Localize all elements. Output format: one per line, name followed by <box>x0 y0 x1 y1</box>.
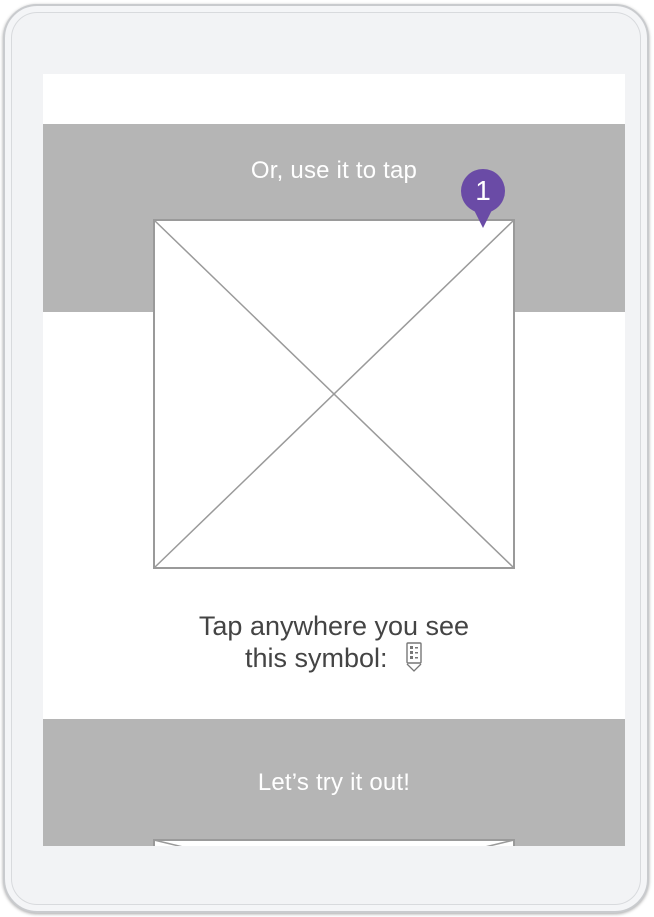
image-placeholder[interactable] <box>153 219 515 569</box>
bottom-image-placeholder[interactable] <box>153 839 515 846</box>
bottom-band: Let’s try it out! <box>43 719 625 846</box>
annotation-number: 1 <box>475 175 491 206</box>
annotation-marker: 1 <box>458 168 512 238</box>
instruction-line-2: this symbol: <box>43 642 625 675</box>
instruction-line-2-label: this symbol: <box>244 643 388 673</box>
image-placeholder-icon <box>153 839 515 846</box>
top-band-heading: Or, use it to tap <box>250 157 418 184</box>
instruction-line-1: Tap anywhere you see <box>198 611 470 641</box>
app-screen: Or, use it to tap Tap anywhere you see t… <box>43 74 625 846</box>
instruction-text: Tap anywhere you see this symbol: <box>43 610 625 675</box>
image-placeholder-icon <box>153 219 515 569</box>
bottom-band-heading: Let’s try it out! <box>257 769 411 796</box>
tap-target-symbol-icon <box>405 642 423 672</box>
